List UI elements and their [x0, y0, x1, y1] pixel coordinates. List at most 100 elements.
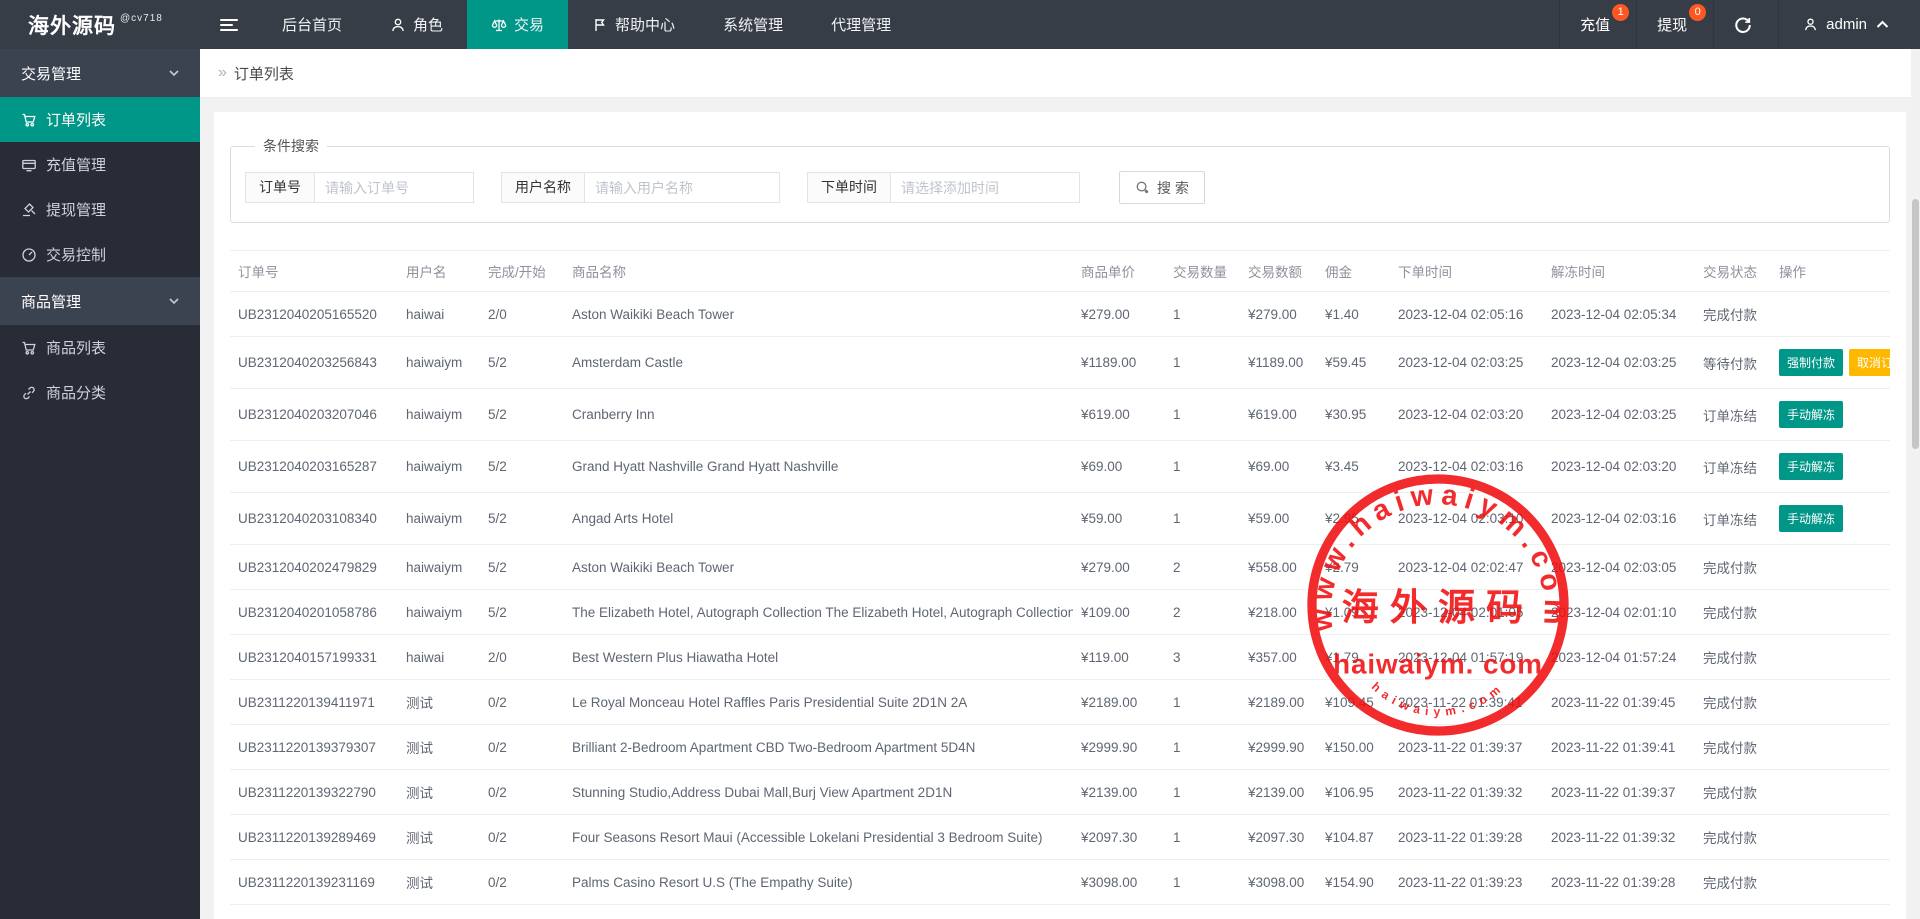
order-time-cell: 2023-12-04 02:03:16 — [1390, 441, 1543, 493]
unit-price-cell: ¥2189.00 — [1073, 680, 1165, 725]
withdraw-badge: 0 — [1689, 4, 1706, 21]
amount-cell: ¥2097.30 — [1240, 815, 1317, 860]
operation-cell: 强制付款取消订单 — [1771, 337, 1890, 389]
recharge-badge: 1 — [1612, 4, 1629, 21]
product-name-cell: Cranberry Inn — [564, 389, 1073, 441]
nav-item-agent[interactable]: 代理管理 — [807, 0, 915, 49]
search-panel: 条件搜索 订单号 用户名称 下单时间 搜 索 — [230, 136, 1890, 223]
order-number-cell: UB2311220139411971 — [230, 680, 398, 725]
nav-item-system[interactable]: 系统管理 — [699, 0, 807, 49]
credit-card-icon — [21, 157, 37, 173]
order-number-cell: UB2311220139289469 — [230, 815, 398, 860]
nav-item-help-center[interactable]: 帮助中心 — [568, 0, 699, 49]
order-time-cell: 2023-11-22 01:39:23 — [1390, 860, 1543, 905]
scrollbar-thumb[interactable] — [1912, 199, 1919, 449]
col-header-unfreeze-time: 解冻时间 — [1543, 251, 1695, 292]
commission-cell: ¥59.45 — [1317, 337, 1390, 389]
product-name-cell: Amsterdam Castle — [564, 337, 1073, 389]
amount-cell: ¥279.00 — [1240, 292, 1317, 337]
username-label: admin — [1826, 16, 1867, 33]
unit-price-cell: ¥2097.30 — [1073, 905, 1165, 919]
order-time-cell: 2023-11-22 00:03:45 — [1390, 905, 1543, 919]
product-name-cell: Grand Hyatt Nashville Grand Hyatt Nashvi… — [564, 441, 1073, 493]
withdraw-button[interactable]: 提现 0 — [1636, 0, 1713, 49]
unit-price-cell: ¥3098.00 — [1073, 860, 1165, 905]
ratio-cell: 5/2 — [480, 337, 564, 389]
nav-item-trade[interactable]: 交易 — [467, 0, 568, 49]
order-no-input[interactable] — [314, 172, 474, 203]
cancel-order-button[interactable]: 取消订单 — [1849, 349, 1890, 376]
quantity-cell: 1 — [1165, 725, 1240, 770]
sidebar-group-trade-management[interactable]: 交易管理 — [0, 49, 200, 97]
link-icon — [21, 385, 37, 401]
order-number-cell: UB2312040203207046 — [230, 389, 398, 441]
col-header-ratio: 完成/开始 — [480, 251, 564, 292]
order-number-cell: UB2312040203165287 — [230, 441, 398, 493]
order-time-cell: 2023-12-04 02:03:25 — [1390, 337, 1543, 389]
quantity-cell: 1 — [1165, 770, 1240, 815]
manual-unfreeze-button[interactable]: 手动解冻 — [1779, 453, 1843, 480]
sidebar-item-recharge-management[interactable]: 充值管理 — [0, 142, 200, 187]
nav-item-roles[interactable]: 角色 — [366, 0, 467, 49]
commission-cell: ¥104.87 — [1317, 815, 1390, 860]
content-card: 条件搜索 订单号 用户名称 下单时间 搜 索 — [214, 112, 1906, 919]
sidebar-item-product-category[interactable]: 商品分类 — [0, 370, 200, 415]
sidebar-group-product-management[interactable]: 商品管理 — [0, 277, 200, 325]
search-button[interactable]: 搜 索 — [1119, 171, 1205, 204]
order-time-field-group: 下单时间 — [807, 172, 1080, 203]
product-name-cell: Palms Casino Resort U.S (The Empathy Sui… — [564, 860, 1073, 905]
refresh-icon — [1734, 16, 1752, 34]
force-pay-button[interactable]: 强制付款 — [1779, 349, 1843, 376]
unfreeze-time-cell: 2023-12-04 02:03:25 — [1543, 337, 1695, 389]
trade-status-cell: 完成付款 — [1695, 680, 1771, 725]
table-row: UB2312040203108340haiwaiym5/2Angad Arts … — [230, 493, 1890, 545]
product-name-cell: Aston Waikiki Beach Tower — [564, 545, 1073, 590]
amount-cell: ¥2097.30 — [1240, 905, 1317, 919]
username-field-group: 用户名称 — [501, 172, 780, 203]
menu-toggle-button[interactable] — [200, 0, 258, 49]
table-row: UB2311220139411971测试0/2Le Royal Monceau … — [230, 680, 1890, 725]
order-number-cell: UB2312040201058786 — [230, 590, 398, 635]
trade-status-cell: 订单冻结 — [1695, 389, 1771, 441]
unit-price-cell: ¥69.00 — [1073, 441, 1165, 493]
topbar-tools: 充值 1 提现 0 admin — [1559, 0, 1920, 49]
order-time-input[interactable] — [890, 172, 1080, 203]
col-header-username: 用户名 — [398, 251, 480, 292]
unfreeze-time-cell: 2023-11-22 01:39:45 — [1543, 680, 1695, 725]
unit-price-cell: ¥59.00 — [1073, 493, 1165, 545]
quantity-cell: 1 — [1165, 860, 1240, 905]
nav-item-dashboard[interactable]: 后台首页 — [258, 0, 366, 49]
sidebar-item-trade-control[interactable]: 交易控制 — [0, 232, 200, 277]
search-panel-title: 条件搜索 — [255, 136, 327, 156]
trade-status-cell: 完成付款 — [1695, 725, 1771, 770]
operation-cell: 手动解冻 — [1771, 493, 1890, 545]
order-number-cell: UB2312040203108340 — [230, 493, 398, 545]
table-row: UB2311220139379307测试0/2Brilliant 2-Bedro… — [230, 725, 1890, 770]
col-header-amount: 交易数额 — [1240, 251, 1317, 292]
order-time-cell: 2023-11-22 01:39:41 — [1390, 680, 1543, 725]
username-label: 用户名称 — [501, 172, 584, 203]
scrollbar-track[interactable] — [1911, 49, 1920, 919]
commission-cell: ¥106.95 — [1317, 770, 1390, 815]
unit-price-cell: ¥2999.90 — [1073, 725, 1165, 770]
sidebar-item-withdraw-management[interactable]: 提现管理 — [0, 187, 200, 232]
recharge-button[interactable]: 充值 1 — [1559, 0, 1636, 49]
sidebar-item-order-list[interactable]: 订单列表 — [0, 97, 200, 142]
sidebar-item-product-list[interactable]: 商品列表 — [0, 325, 200, 370]
amount-cell: ¥619.00 — [1240, 389, 1317, 441]
table-row: UB2311220139289469测试0/2Four Seasons Reso… — [230, 815, 1890, 860]
manual-unfreeze-button[interactable]: 手动解冻 — [1779, 505, 1843, 532]
username-input[interactable] — [584, 172, 780, 203]
col-header-commission: 佣金 — [1317, 251, 1390, 292]
trade-status-cell: 完成付款 — [1695, 545, 1771, 590]
order-time-cell: 2023-11-22 01:39:37 — [1390, 725, 1543, 770]
col-header-quantity: 交易数量 — [1165, 251, 1240, 292]
manual-unfreeze-button[interactable]: 手动解冻 — [1779, 401, 1843, 428]
order-time-label: 下单时间 — [807, 172, 890, 203]
refresh-button[interactable] — [1713, 0, 1778, 49]
amount-cell: ¥59.00 — [1240, 493, 1317, 545]
unfreeze-time-cell: 2023-11-22 01:39:32 — [1543, 815, 1695, 860]
table-row: UB2311220003451782测试0/2Four Seasons Reso… — [230, 905, 1890, 919]
user-menu[interactable]: admin — [1778, 0, 1920, 49]
table-row: UB2312040203256843haiwaiym5/2Amsterdam C… — [230, 337, 1890, 389]
